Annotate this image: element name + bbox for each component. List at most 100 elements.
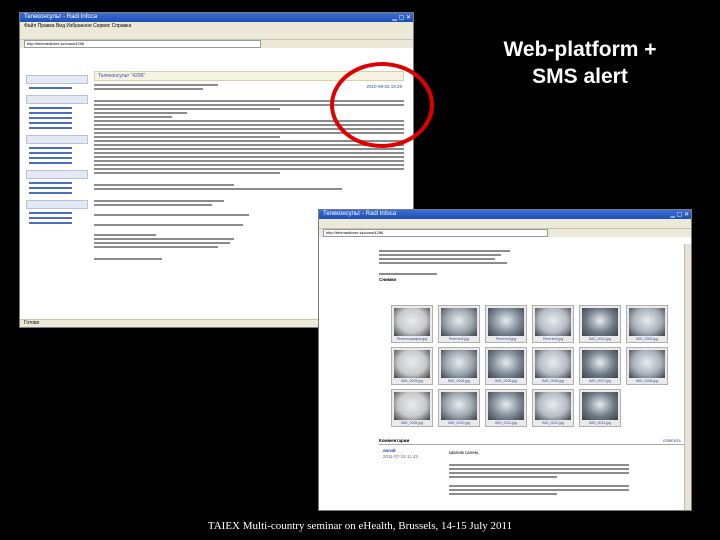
body-text-line bbox=[94, 200, 225, 202]
image-caption[interactable]: IMG_0008.jpg bbox=[628, 379, 666, 384]
back-sidebar bbox=[26, 69, 88, 309]
sidebar-link[interactable] bbox=[29, 147, 73, 149]
back-address-field[interactable]: http://telemedicine.kz/cons/4296 bbox=[24, 40, 262, 48]
body-text-line bbox=[94, 234, 156, 236]
image-thumbnail[interactable]: IMG_0006.jpg bbox=[532, 347, 574, 385]
xray-image bbox=[629, 350, 665, 378]
image-caption[interactable]: IMG_0007.jpg bbox=[581, 379, 619, 384]
image-thumbnail[interactable]: IMG_0001.jpg bbox=[579, 305, 621, 343]
image-thumbnail[interactable]: IMG_0002.jpg bbox=[626, 305, 668, 343]
image-caption[interactable]: IMG_0002.jpg bbox=[628, 337, 666, 342]
comment-date: 2011-07-15 11:43 bbox=[383, 454, 418, 459]
slide-footer: TAIEX Multi-country seminar on eHealth, … bbox=[207, 520, 513, 532]
body-text-line bbox=[94, 258, 163, 260]
body-text-line bbox=[94, 112, 187, 114]
back-window-toolbar[interactable] bbox=[20, 30, 413, 40]
front-window-toolbar[interactable] bbox=[319, 219, 691, 229]
body-text-line bbox=[94, 172, 280, 174]
image-caption[interactable]: Рентген3.jpg bbox=[487, 337, 525, 342]
sidebar-link[interactable] bbox=[29, 117, 73, 119]
image-thumbnail[interactable]: IMG_0005.jpg bbox=[485, 347, 527, 385]
xray-image bbox=[488, 392, 524, 420]
back-window-address-bar[interactable]: http://telemedicine.kz/cons/4296 bbox=[20, 40, 413, 48]
image-thumbnail-grid: Ренгенография.jpg Рентген2.jpg Рентген3.jp… bbox=[391, 305, 681, 435]
question-line bbox=[379, 273, 437, 275]
front-question-text: Снимки bbox=[379, 248, 669, 283]
image-caption[interactable]: IMG_0010.jpg bbox=[440, 421, 478, 426]
image-caption[interactable]: IMG_0012.jpg bbox=[534, 421, 572, 426]
image-thumbnail[interactable]: IMG_0011.jpg bbox=[485, 389, 527, 427]
comment-line bbox=[449, 468, 629, 470]
xray-image bbox=[441, 392, 477, 420]
front-window-address-bar[interactable]: http://telemedicine.kz/cons/4296 bbox=[319, 229, 691, 237]
sidebar-link[interactable] bbox=[29, 192, 73, 194]
slide-title: Web-platform + SMS alert bbox=[450, 36, 710, 90]
sidebar-link[interactable] bbox=[29, 107, 73, 109]
body-text-line bbox=[94, 108, 280, 110]
images-section-label: Снимки bbox=[379, 277, 397, 282]
sidebar-section-user bbox=[26, 135, 88, 144]
image-caption[interactable]: IMG_0001.jpg bbox=[581, 337, 619, 342]
sidebar-link[interactable] bbox=[29, 212, 73, 214]
front-scrollbar[interactable] bbox=[684, 244, 691, 510]
xray-image bbox=[535, 392, 571, 420]
slide-title-line1: Web-platform + bbox=[503, 38, 657, 61]
xray-image bbox=[488, 308, 524, 336]
sidebar-link[interactable] bbox=[29, 122, 73, 124]
sidebar-link[interactable] bbox=[29, 187, 73, 189]
body-text-line bbox=[94, 160, 404, 162]
sidebar-link[interactable] bbox=[29, 217, 73, 219]
image-thumbnail[interactable]: Рентген2.jpg bbox=[438, 305, 480, 343]
front-address-field[interactable]: http://telemedicine.kz/cons/4296 bbox=[323, 229, 548, 237]
image-thumbnail[interactable]: Рентген3.jpg bbox=[485, 305, 527, 343]
image-thumbnail[interactable]: Ренгенография.jpg bbox=[391, 305, 433, 343]
image-thumbnail[interactable]: IMG_0003.jpg bbox=[391, 347, 433, 385]
xray-image bbox=[394, 350, 430, 378]
sidebar-link[interactable] bbox=[29, 222, 73, 224]
body-text-line bbox=[94, 184, 234, 186]
sidebar-link[interactable] bbox=[29, 162, 73, 164]
image-caption[interactable]: Рентген4.jpg bbox=[534, 337, 572, 342]
image-thumbnail[interactable]: IMG_0012.jpg bbox=[532, 389, 574, 427]
back-window-menubar[interactable]: Файл Правка Вид Избранное Сервис Справка bbox=[20, 22, 413, 30]
xray-image bbox=[441, 350, 477, 378]
body-text-line bbox=[94, 156, 404, 158]
image-caption[interactable]: IMG_0005.jpg bbox=[487, 379, 525, 384]
window-controls-icon[interactable]: ▁ ▢ ✕ bbox=[392, 14, 411, 23]
image-thumbnail[interactable]: Рентген4.jpg bbox=[532, 305, 574, 343]
image-thumbnail[interactable]: IMG_0007.jpg bbox=[579, 347, 621, 385]
image-caption[interactable]: Рентген2.jpg bbox=[440, 337, 478, 342]
image-caption[interactable]: IMG_0013.jpg bbox=[581, 421, 619, 426]
window-controls-icon[interactable]: ▁ ▢ ✕ bbox=[670, 211, 689, 220]
question-line bbox=[379, 250, 510, 252]
image-thumbnail[interactable]: IMG_0013.jpg bbox=[579, 389, 621, 427]
sidebar-link[interactable] bbox=[29, 87, 73, 89]
image-caption[interactable]: IMG_0006.jpg bbox=[534, 379, 572, 384]
comment-body bbox=[449, 462, 629, 497]
question-line bbox=[379, 254, 501, 256]
sidebar-link[interactable] bbox=[29, 182, 73, 184]
image-caption[interactable]: IMG_0004.jpg bbox=[440, 379, 478, 384]
body-text-line bbox=[94, 152, 404, 154]
image-caption[interactable]: Ренгенография.jpg bbox=[393, 337, 431, 342]
image-caption[interactable]: IMG_0003.jpg bbox=[393, 379, 431, 384]
image-caption[interactable]: IMG_0009.jpg bbox=[393, 421, 431, 426]
reply-link[interactable]: ответить bbox=[663, 438, 681, 444]
image-thumbnail[interactable]: IMG_0008.jpg bbox=[626, 347, 668, 385]
sidebar-link[interactable] bbox=[29, 152, 73, 154]
sidebar-section-consult bbox=[26, 170, 88, 179]
comments-section: Комментарии ответить ангий 2011-07-15 11… bbox=[379, 438, 685, 508]
sidebar-link[interactable] bbox=[29, 127, 73, 129]
image-thumbnail[interactable]: IMG_0009.jpg bbox=[391, 389, 433, 427]
body-text-line bbox=[94, 204, 212, 206]
sidebar-link[interactable] bbox=[29, 112, 73, 114]
comment-line bbox=[449, 485, 629, 487]
image-caption[interactable]: IMG_0011.jpg bbox=[487, 421, 525, 426]
body-text-line bbox=[94, 164, 404, 166]
xray-image bbox=[582, 308, 618, 336]
body-text-line bbox=[94, 242, 231, 244]
image-thumbnail[interactable]: IMG_0010.jpg bbox=[438, 389, 480, 427]
sidebar-section-links bbox=[26, 200, 88, 209]
sidebar-link[interactable] bbox=[29, 157, 73, 159]
image-thumbnail[interactable]: IMG_0004.jpg bbox=[438, 347, 480, 385]
